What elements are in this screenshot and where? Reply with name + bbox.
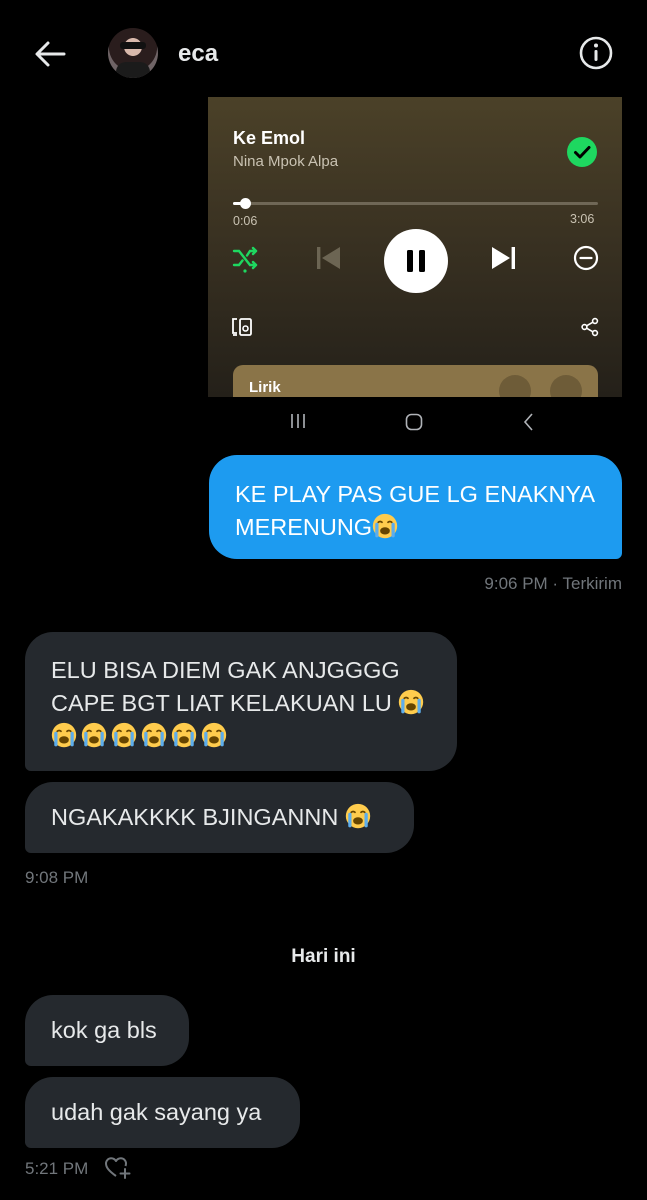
avatar[interactable] xyxy=(108,28,158,78)
message-text: NGAKAKKKK BJINGANNN xyxy=(51,801,371,834)
back-icon xyxy=(523,413,533,431)
lyrics-expand-icon xyxy=(550,375,582,397)
lyrics-label: Lirik xyxy=(249,379,281,396)
pause-button xyxy=(384,229,448,293)
message-text: kok ga bls xyxy=(51,1017,157,1043)
android-nav-bar xyxy=(208,397,622,445)
remove-icon xyxy=(573,245,599,271)
time-elapsed: 0:06 xyxy=(233,214,258,228)
back-button[interactable] xyxy=(30,34,70,74)
shared-image-spotify[interactable]: Ke Emol Nina Mpok Alpa 0:06 3:06 Lirik xyxy=(208,97,622,397)
connect-device-icon xyxy=(232,318,252,336)
sent-message[interactable]: KE PLAY PAS GUE LG ENAKNYA MERENUNG xyxy=(209,455,622,559)
message-time: 9:08 PM xyxy=(25,868,89,887)
lyrics-share-icon xyxy=(499,375,531,397)
previous-icon xyxy=(317,247,340,269)
loudly-crying-face-icon xyxy=(81,722,107,748)
loudly-crying-face-icon xyxy=(201,722,227,748)
shuffle-icon xyxy=(232,246,258,273)
loudly-crying-face-icon xyxy=(372,513,398,539)
pause-icon xyxy=(407,250,425,272)
day-separator: Hari ini xyxy=(291,946,356,967)
message-text: udah gak sayang ya xyxy=(51,1099,262,1125)
song-title: Ke Emol xyxy=(233,128,306,148)
loudly-crying-face-icon xyxy=(111,722,137,748)
loudly-crying-face-icon xyxy=(141,722,167,748)
share-icon xyxy=(581,317,599,337)
next-icon xyxy=(492,247,515,269)
loudly-crying-face-icon xyxy=(171,722,197,748)
info-button[interactable] xyxy=(578,35,614,71)
home-icon xyxy=(405,413,423,431)
avatar-shirt xyxy=(116,62,150,78)
loudly-crying-face-icon xyxy=(398,689,424,715)
received-message[interactable]: ELU BISA DIEM GAK ANJGGGG CAPE BGT LIAT … xyxy=(25,632,457,771)
song-artist: Nina Mpok Alpa xyxy=(233,153,339,170)
heart-plus-icon xyxy=(105,1157,131,1179)
recent-apps-icon xyxy=(291,414,305,428)
received-message[interactable]: kok ga bls xyxy=(25,995,189,1066)
message-text: KE PLAY PAS GUE LG ENAKNYA MERENUNG xyxy=(235,481,594,540)
message-text: ELU BISA DIEM GAK ANJGGGG CAPE BGT LIAT … xyxy=(51,654,451,753)
info-icon xyxy=(579,36,613,70)
time-total: 3:06 xyxy=(570,212,595,226)
react-button[interactable] xyxy=(104,1155,132,1181)
loudly-crying-face-icon xyxy=(345,803,371,829)
lyrics-card: Lirik xyxy=(233,365,598,397)
avatar-sunglasses xyxy=(120,42,146,49)
message-time: 5:21 PM xyxy=(25,1159,89,1178)
loudly-crying-face-icon xyxy=(51,722,77,748)
message-meta: 9:06 PM · Terkirim xyxy=(484,574,622,593)
received-message[interactable]: udah gak sayang ya xyxy=(25,1077,300,1148)
progress-knob xyxy=(240,198,252,209)
progress-bar xyxy=(233,198,598,209)
arrow-left-icon xyxy=(35,41,66,67)
contact-name[interactable]: eca xyxy=(178,40,218,68)
check-icon xyxy=(567,137,597,167)
received-message[interactable]: NGAKAKKKK BJINGANNN xyxy=(25,782,414,853)
